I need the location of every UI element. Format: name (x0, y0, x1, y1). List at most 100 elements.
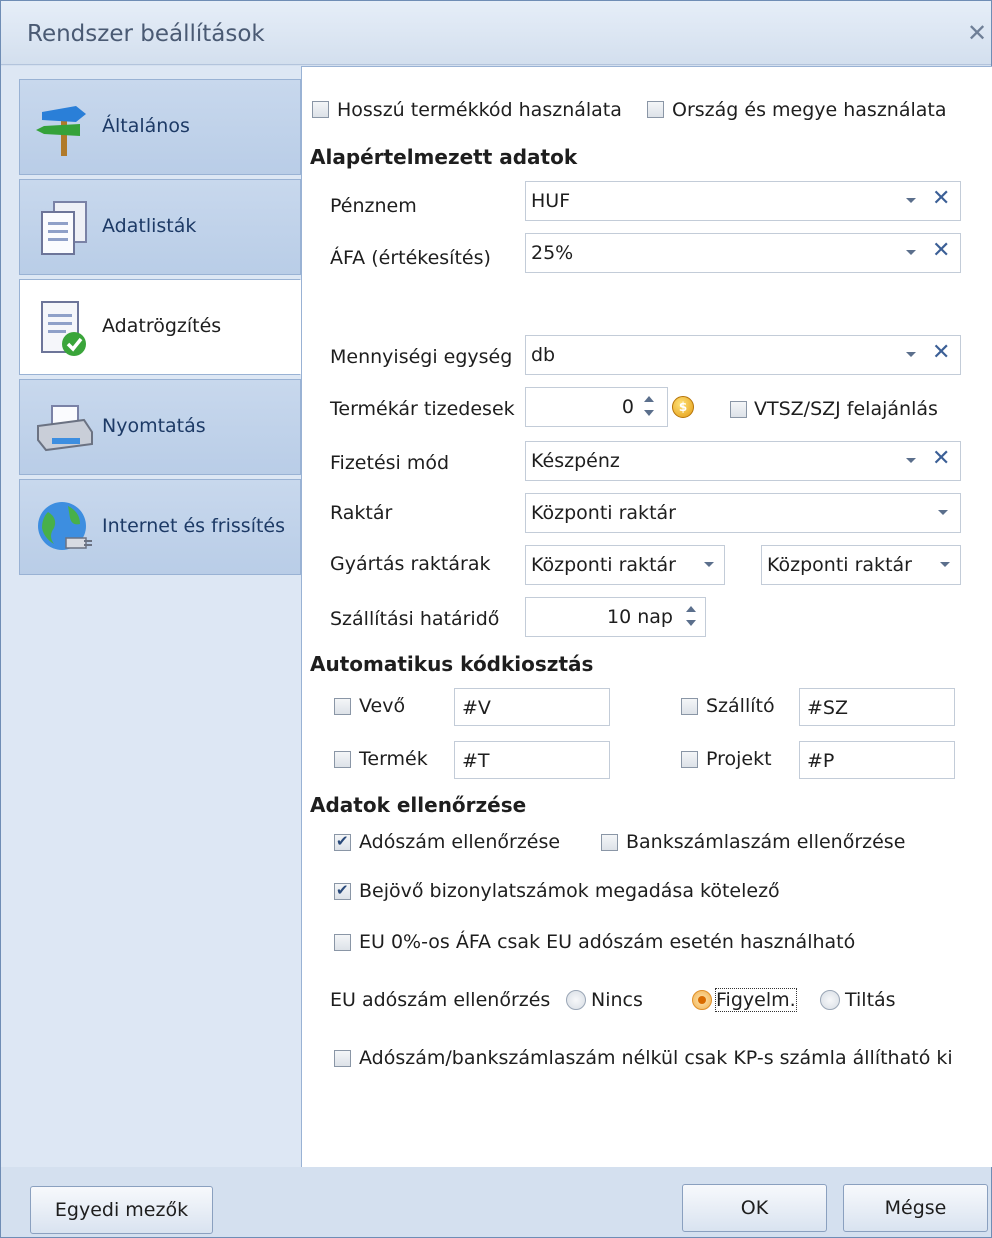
eu-check-option-none: Nincs (591, 989, 643, 1011)
vat-combo[interactable]: 25% ✕ (525, 233, 961, 273)
supplier-code-value: #SZ (807, 697, 848, 719)
cash-only-label: Adószám/bankszámlaszám nélkül csak KP-s … (359, 1047, 953, 1069)
warehouse-combo[interactable]: Központi raktár (525, 493, 961, 533)
nav-item-lists[interactable]: Adatlisták (19, 179, 301, 275)
settings-window: Rendszer beállítások ✕ Általános Adatlis… (0, 0, 992, 1238)
coin-icon[interactable]: $ (672, 396, 694, 418)
vat-label: ÁFA (értékesítés) (330, 247, 491, 269)
project-code-checkbox[interactable] (681, 751, 698, 768)
clear-icon[interactable]: ✕ (932, 446, 950, 471)
supplier-code-label: Szállító (706, 695, 775, 717)
production-wh-value-1: Központi raktár (531, 554, 676, 576)
nav-panel: Általános Adatlisták Adatrögzítés Nyomta… (1, 66, 301, 1167)
delivery-value: 10 nap (607, 606, 673, 628)
title-bar: Rendszer beállítások ✕ (1, 1, 991, 65)
customer-code-value: #V (462, 697, 491, 719)
supplier-code-checkbox[interactable] (681, 698, 698, 715)
unit-value: db (531, 344, 556, 366)
payment-value: Készpénz (531, 450, 620, 472)
nav-label: Adatlisták (102, 215, 197, 237)
printer-icon (37, 405, 93, 452)
validation-heading: Adatok ellenőrzése (310, 793, 527, 817)
project-code-label: Projekt (706, 748, 772, 770)
chevron-down-icon[interactable] (940, 562, 950, 567)
eu-check-option-block: Tiltás (845, 989, 896, 1011)
eu-vat-checkbox[interactable] (334, 934, 351, 951)
nav-label: Általános (102, 115, 190, 137)
chevron-down-icon[interactable] (906, 352, 916, 357)
customer-code-checkbox[interactable] (334, 698, 351, 715)
long-code-label: Hosszú termékkód használata (337, 99, 622, 121)
vat-value: 25% (531, 242, 574, 264)
window-title: Rendszer beállítások (27, 21, 265, 47)
eu-check-radio-block[interactable] (820, 990, 840, 1010)
vtsz-label: VTSZ/SZJ felajánlás (754, 398, 938, 420)
clear-icon[interactable]: ✕ (932, 238, 950, 263)
nav-label: Nyomtatás (102, 415, 206, 437)
cancel-button[interactable]: Mégse (843, 1184, 988, 1232)
nav-item-printing[interactable]: Nyomtatás (19, 379, 301, 475)
custom-fields-button[interactable]: Egyedi mezők (30, 1186, 213, 1234)
incoming-docs-checkbox[interactable] (334, 881, 351, 900)
chevron-down-icon[interactable] (906, 250, 916, 255)
spin-up-icon[interactable] (686, 606, 696, 612)
eu-check-radio-warn[interactable] (692, 990, 712, 1010)
bank-account-check-label: Bankszámlaszám ellenőrzése (626, 831, 906, 853)
unit-combo[interactable]: db ✕ (525, 335, 961, 375)
tax-number-check-checkbox[interactable] (334, 832, 351, 851)
production-wh-combo-1[interactable]: Központi raktár (525, 545, 725, 585)
unit-label: Mennyiségi egység (330, 346, 513, 368)
payment-combo[interactable]: Készpénz ✕ (525, 441, 961, 481)
warehouse-label: Raktár (330, 502, 393, 524)
production-wh-label: Gyártás raktárak (330, 553, 491, 575)
vtsz-checkbox[interactable] (730, 401, 747, 418)
chevron-down-icon[interactable] (704, 562, 714, 567)
auto-codes-heading: Automatikus kódkiosztás (310, 652, 594, 676)
nav-item-internet[interactable]: Internet és frissítés (19, 479, 301, 575)
production-wh-combo-2[interactable]: Központi raktár (761, 545, 961, 585)
document-check-icon (41, 301, 86, 356)
eu-check-option-warn: Figyelm. (715, 988, 797, 1012)
clear-icon[interactable]: ✕ (932, 340, 950, 365)
chevron-down-icon[interactable] (906, 198, 916, 203)
eu-check-radio-none[interactable] (566, 990, 586, 1010)
nav-label: Adatrögzítés (102, 315, 222, 337)
chevron-down-icon[interactable] (938, 510, 948, 515)
currency-combo[interactable]: HUF ✕ (525, 181, 961, 221)
clear-icon[interactable]: ✕ (932, 186, 950, 211)
chevron-down-icon[interactable] (906, 458, 916, 463)
product-code-checkbox[interactable] (334, 751, 351, 768)
product-code-label: Termék (359, 748, 428, 770)
production-wh-value-2: Központi raktár (767, 554, 912, 576)
payment-label: Fizetési mód (330, 452, 450, 474)
defaults-heading: Alapértelmezett adatok (310, 145, 578, 169)
spin-up-icon[interactable] (644, 396, 654, 402)
globe-plug-icon (38, 502, 92, 550)
delivery-spinner[interactable]: 10 nap (525, 597, 706, 637)
long-code-checkbox[interactable] (312, 101, 329, 118)
product-code-input[interactable]: #T (454, 741, 610, 779)
warehouse-value: Központi raktár (531, 502, 676, 524)
nav-item-general[interactable]: Általános (19, 79, 301, 175)
spin-down-icon[interactable] (686, 620, 696, 626)
price-decimals-value: 0 (621, 396, 634, 418)
price-decimals-spinner[interactable]: 0 $ (525, 387, 694, 427)
bank-account-check-checkbox[interactable] (601, 834, 618, 851)
customer-code-input[interactable]: #V (454, 688, 610, 726)
customer-code-label: Vevő (359, 695, 406, 717)
ok-button[interactable]: OK (682, 1184, 827, 1232)
country-county-label: Ország és megye használata (672, 99, 947, 121)
price-decimals-label: Termékár tizedesek (330, 398, 515, 420)
supplier-code-input[interactable]: #SZ (799, 688, 955, 726)
currency-value: HUF (531, 190, 571, 212)
settings-content: Hosszú termékkód használata Ország és me… (301, 66, 992, 1167)
nav-item-data-entry[interactable]: Adatrögzítés (19, 279, 301, 375)
project-code-value: #P (807, 750, 835, 772)
spin-down-icon[interactable] (644, 410, 654, 416)
country-county-checkbox[interactable] (647, 101, 664, 118)
close-icon[interactable]: ✕ (967, 19, 987, 47)
product-code-value: #T (462, 750, 490, 772)
cash-only-checkbox[interactable] (334, 1050, 351, 1067)
project-code-input[interactable]: #P (799, 741, 955, 779)
currency-label: Pénznem (330, 195, 417, 217)
